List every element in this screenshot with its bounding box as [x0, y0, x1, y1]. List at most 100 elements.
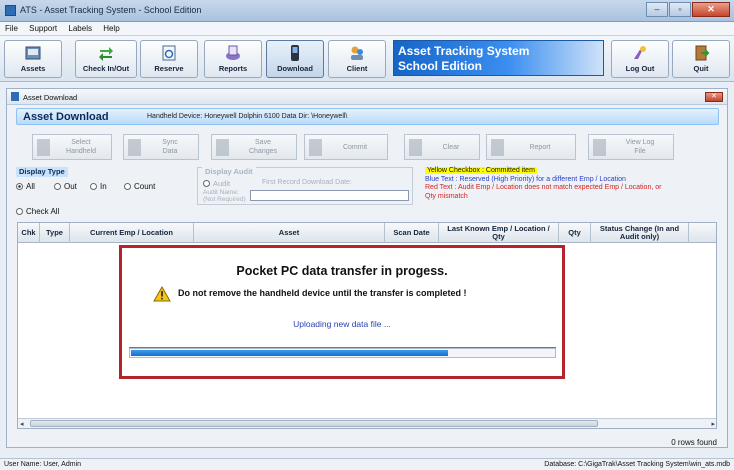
dialog-warning-text: Do not remove the handheld device until …: [178, 288, 467, 298]
col-scan-date[interactable]: Scan Date: [385, 223, 439, 243]
col-type[interactable]: Type: [40, 223, 70, 243]
menu-help[interactable]: Help: [98, 22, 123, 33]
legend-blue: Blue Text : Reserved (High Priority) for…: [425, 175, 626, 183]
log-file-icon: [593, 139, 606, 156]
first-record-label: First Record Download Date:: [262, 179, 352, 186]
check-in-out-button[interactable]: Check In/Out: [75, 40, 137, 78]
brand-banner: Asset Tracking System School Edition: [393, 40, 604, 76]
assets-button[interactable]: Assets: [4, 40, 62, 78]
legend-yellow: Yellow Checkbox : Committed item: [425, 167, 537, 174]
download-button[interactable]: Download: [266, 40, 324, 78]
brand-title: Asset Tracking System: [398, 44, 530, 58]
log-out-button[interactable]: Log Out: [611, 40, 669, 78]
radio-icon: [54, 183, 61, 190]
sync-data-button[interactable]: Sync Data: [123, 134, 199, 160]
page-header: Asset Download Handheld Device: Honeywel…: [16, 108, 719, 125]
select-handheld-button[interactable]: Select Handheld: [32, 134, 112, 160]
close-button[interactable]: ✕: [692, 2, 730, 17]
download-icon: [291, 45, 299, 61]
child-window-title: Asset Download: [23, 93, 78, 102]
assets-icon: [25, 46, 41, 60]
client-icon: [351, 46, 363, 60]
window-controls: – ▫ ✕: [645, 2, 730, 17]
log-out-icon: [634, 46, 646, 59]
save-icon: [216, 139, 229, 156]
radio-icon: [203, 180, 210, 187]
status-user: User Name: User, Admin: [4, 461, 82, 468]
checkbox-icon: [16, 208, 23, 215]
save-changes-button[interactable]: Save Changes: [211, 134, 297, 160]
col-status-change[interactable]: Status Change (In and Audit only): [591, 223, 689, 243]
col-qty[interactable]: Qty: [559, 223, 591, 243]
report-icon: [491, 139, 504, 156]
main-toolbar: Assets Check In/Out Reserve Reports Down…: [0, 36, 734, 82]
menu-labels[interactable]: Labels: [63, 22, 96, 33]
check-in-out-icon: [99, 47, 113, 61]
client-button[interactable]: Client: [328, 40, 386, 78]
radio-audit[interactable]: Audit: [203, 179, 230, 188]
quit-icon: [695, 45, 710, 61]
child-close-button[interactable]: ✕: [705, 92, 723, 102]
reports-button[interactable]: Reports: [204, 40, 262, 78]
grid-header: Chk Type Current Emp / Location Asset Sc…: [18, 223, 716, 243]
transfer-progress-dialog: Pocket PC data transfer in progess. Do n…: [119, 245, 565, 379]
menu-bar: File Support Labels Help: [0, 22, 734, 36]
horizontal-scrollbar[interactable]: ◂ ▸: [18, 418, 716, 428]
reports-icon: [226, 45, 240, 60]
device-info: Handheld Device: Honeywell Dolphin 6100 …: [147, 113, 348, 120]
rows-found-count: 0 rows found: [671, 438, 717, 447]
maximize-button[interactable]: ▫: [669, 2, 691, 17]
page-title: Asset Download: [23, 111, 109, 123]
scroll-left-icon[interactable]: ◂: [20, 420, 24, 428]
app-icon: [5, 5, 16, 16]
dialog-status-text: Uploading new data file ...: [293, 319, 391, 329]
col-asset[interactable]: Asset: [194, 223, 385, 243]
handheld-icon: [37, 139, 50, 156]
scroll-thumb[interactable]: [30, 420, 598, 427]
dialog-title: Pocket PC data transfer in progess.: [236, 264, 448, 278]
minimize-button[interactable]: –: [646, 2, 668, 17]
col-chk[interactable]: Chk: [18, 223, 40, 243]
window-title: ATS - Asset Tracking System - School Edi…: [20, 5, 202, 15]
menu-support[interactable]: Support: [24, 22, 61, 33]
scroll-right-icon[interactable]: ▸: [711, 420, 715, 428]
report-button[interactable]: Report: [486, 134, 576, 160]
document-icon: [11, 92, 19, 101]
status-bar: User Name: User, Admin Database: C:\Giga…: [0, 458, 734, 470]
radio-out[interactable]: Out: [54, 182, 77, 191]
display-audit-group: Display Audit Audit First Record Downloa…: [197, 167, 413, 205]
menu-file[interactable]: File: [0, 22, 22, 33]
col-last-known[interactable]: Last Known Emp / Location / Qty: [439, 223, 559, 243]
warning-icon: [153, 286, 171, 302]
display-type-group: Display Type All Out In Count Check All: [14, 167, 199, 216]
radio-count[interactable]: Count: [124, 182, 155, 191]
radio-selected-icon: [16, 183, 23, 190]
view-log-file-button[interactable]: View Log File: [588, 134, 674, 160]
radio-icon: [90, 183, 97, 190]
commit-icon: [309, 139, 322, 156]
legend-red: Red Text : Audit Emp / Location does not…: [425, 184, 662, 200]
col-current-emp-location[interactable]: Current Emp / Location: [70, 223, 194, 243]
progress-bar: [129, 348, 556, 358]
display-type-title: Display Type: [16, 167, 68, 177]
radio-icon: [124, 183, 131, 190]
audit-name-input[interactable]: [250, 190, 409, 201]
trash-icon: [409, 139, 422, 156]
status-database: Database: C:\GigaTrak\Asset Tracking Sys…: [544, 461, 730, 468]
sync-icon: [128, 139, 141, 156]
brand-subtitle: School Edition: [398, 59, 482, 73]
child-title-bar: Asset Download ✕: [7, 89, 727, 105]
radio-all[interactable]: All: [16, 182, 35, 191]
reserve-button[interactable]: Reserve: [140, 40, 198, 78]
check-all-checkbox[interactable]: Check All: [16, 207, 59, 216]
radio-in[interactable]: In: [90, 182, 107, 191]
display-audit-title: Display Audit: [202, 167, 256, 177]
color-legend: Yellow Checkbox : Committed item Blue Te…: [425, 167, 665, 201]
title-bar: ATS - Asset Tracking System - School Edi…: [0, 0, 734, 22]
audit-name-label: Audit Name: (Not Required): [203, 189, 246, 203]
progress-fill: [131, 350, 448, 356]
clear-button[interactable]: Clear: [404, 134, 480, 160]
quit-button[interactable]: Quit: [672, 40, 730, 78]
reserve-icon: [162, 45, 176, 61]
commit-button[interactable]: Commit: [304, 134, 388, 160]
